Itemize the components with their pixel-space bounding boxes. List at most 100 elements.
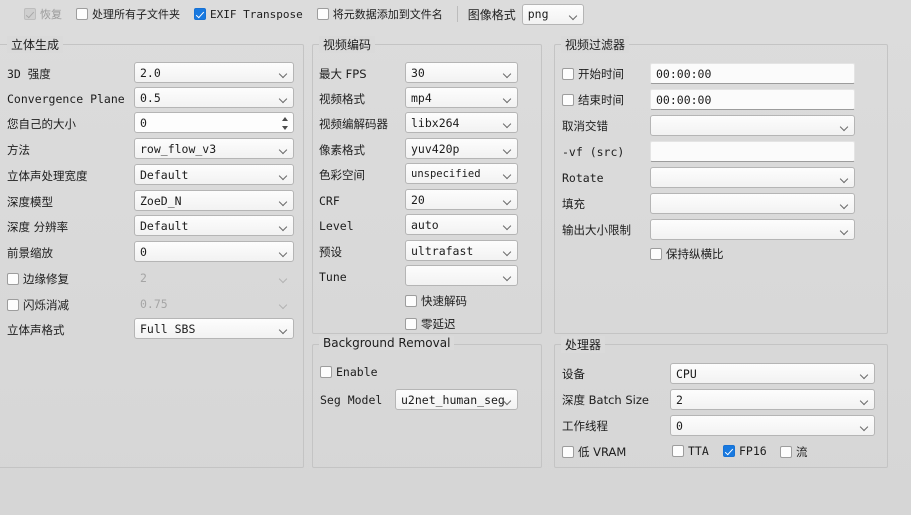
row-padding-label: 填充 [562,193,585,215]
value-your-own-size: 0 [140,115,147,130]
value-max-fps: 30 [411,65,425,80]
select-depth-batch-size[interactable]: 2 [670,389,875,410]
stereo-row-convergence-plane-label: Convergence Plane [7,88,125,110]
row-vf-src-label: -vf (src) [562,141,624,163]
label-tune: Tune [319,270,347,284]
label-stereo-width: 立体声处理宽度 [7,169,88,183]
value-start-time: 00:00:00 [656,66,712,81]
row-deinterlace-label: 取消交错 [562,115,608,137]
value-preset: ultrafast [411,243,474,258]
row-max-fps-label: 最大 FPS [319,63,367,85]
stream-checkbox[interactable]: 流 [780,444,808,460]
select-flicker-reduction[interactable]: 0.75 [134,293,294,314]
select-depth-resolution[interactable]: Default [134,215,294,236]
select-method[interactable]: row_flow_v3 [134,138,294,159]
checkbox-box-stream[interactable] [780,446,792,458]
background-removal-enable-checkbox[interactable]: Enable [320,365,378,379]
select-tune[interactable] [405,265,518,286]
checkbox-box-subfolders[interactable] [76,8,88,20]
select-preset[interactable]: ultrafast [405,240,518,261]
edge-repair-checkbox[interactable]: 边缘修复 [7,271,69,287]
select-deinterlace[interactable] [650,115,855,136]
spinner-arrows-icon[interactable] [279,114,290,133]
select-output-size-limit[interactable] [650,219,855,240]
checkbox-box-bg-enable[interactable] [320,366,332,378]
select-stereo-width[interactable]: Default [134,164,294,185]
checkbox-box-end-time[interactable] [562,94,574,106]
input-end-time[interactable]: 00:00:00 [650,89,855,110]
input-vf-src[interactable] [650,141,855,162]
checkbox-box-fp16[interactable] [723,445,735,457]
select-color-space[interactable]: unspecified [405,163,518,184]
spinner-your-own-size[interactable]: 0 [134,112,294,133]
select-pixel-format[interactable]: yuv420p [405,138,518,159]
add-metadata-to-filename-checkbox[interactable]: 将元数据添加到文件名 [316,6,443,22]
restore-checkbox[interactable]: 恢复 [24,6,62,22]
label-max-fps: 最大 FPS [319,67,367,81]
select-seg-model[interactable]: u2net_human_seg [395,389,518,410]
select-depth-model[interactable]: ZoeD_N [134,190,294,211]
flicker-reduction-checkbox[interactable]: 闪烁消减 [7,297,69,313]
row-device-label: 设备 [562,363,585,385]
checkbox-box-start-time[interactable] [562,68,574,80]
label-tta: TTA [688,444,709,458]
chevron-down-icon[interactable] [281,126,288,131]
select-video-format[interactable]: mp4 [405,87,518,108]
select-video-codec[interactable]: libx264 [405,112,518,133]
video-encoding-title: 视频编码 [319,36,376,53]
select-worker-threads[interactable]: 0 [670,415,875,436]
tta-checkbox[interactable]: TTA [672,444,709,458]
checkbox-box-keep-aspect-ratio[interactable] [650,248,662,260]
video-encoding-group: 视频编码 最大 FPS 30 视频格式 mp4 视频编解码器 libx264 像… [312,36,542,334]
checkbox-box-metadata[interactable] [316,8,329,20]
fast-decode-checkbox[interactable]: 快速解码 [405,293,467,309]
checkbox-box-fast-decode[interactable] [405,295,417,307]
label-video-codec: 视频编解码器 [319,117,388,131]
select-crf[interactable]: 20 [405,189,518,210]
value-pixel-format: yuv420p [411,141,460,156]
checkbox-box-low-vram[interactable] [562,446,574,458]
value-end-time: 00:00:00 [656,92,712,107]
process-subfolders-checkbox[interactable]: 处理所有子文件夹 [76,6,180,22]
select-padding[interactable] [650,193,855,214]
end-time-checkbox[interactable]: 结束时间 [562,92,624,108]
input-start-time[interactable]: 00:00:00 [650,63,855,84]
select-max-fps[interactable]: 30 [405,62,518,83]
fp16-checkbox[interactable]: FP16 [723,444,767,458]
exif-transpose-label: EXIF Transpose [210,7,303,21]
label-device: 设备 [562,367,585,381]
label-preset: 预设 [319,245,342,259]
exif-transpose-checkbox[interactable]: EXIF Transpose [194,8,303,21]
keep-aspect-ratio-checkbox[interactable]: 保持纵横比 [650,246,724,262]
label-rotate: Rotate [562,171,604,185]
value-3d-strength: 2.0 [140,65,161,80]
select-3d-strength[interactable]: 2.0 [134,62,294,83]
select-rotate[interactable] [650,167,855,188]
checkbox-box-tta[interactable] [672,445,684,457]
video-filters-group: 视频过滤器 开始时间 00:00:00 结束时间 00:00:00 取消交错 -… [554,36,888,334]
label-3d-strength: 3D 强度 [7,67,51,81]
chevron-up-icon[interactable] [281,116,288,121]
checkbox-box-edge-repair[interactable] [7,273,19,285]
stereo-row-stereo-width-label: 立体声处理宽度 [7,165,88,187]
row-video-format-label: 视频格式 [319,88,365,110]
image-format-select[interactable]: png [521,3,584,25]
start-time-checkbox[interactable]: 开始时间 [562,66,624,82]
select-stereo-format[interactable]: Full SBS [134,318,294,339]
row-pixel-format-label: 像素格式 [319,139,365,161]
select-edge-repair[interactable]: 2 [134,267,294,288]
checkbox-box-zero-latency[interactable] [405,318,417,330]
label-stereo-format: 立体声格式 [7,323,65,337]
select-device[interactable]: CPU [670,363,875,384]
zero-latency-checkbox[interactable]: 零延迟 [405,316,456,332]
select-foreground-scale[interactable]: 0 [134,241,294,262]
checkbox-box-restore[interactable] [24,8,36,20]
checkbox-box-exif[interactable] [194,8,206,20]
select-convergence-plane[interactable]: 0.5 [134,87,294,108]
select-level[interactable]: auto [405,214,518,235]
checkbox-box-flicker-reduction[interactable] [7,299,19,311]
value-worker-threads: 0 [676,418,683,433]
low-vram-checkbox[interactable]: 低 VRAM [562,444,626,460]
stereo-generation-group: 立体生成 3D 强度 2.0 Convergence Plane 0.5 您自己… [0,36,304,468]
value-level: auto [411,217,439,232]
